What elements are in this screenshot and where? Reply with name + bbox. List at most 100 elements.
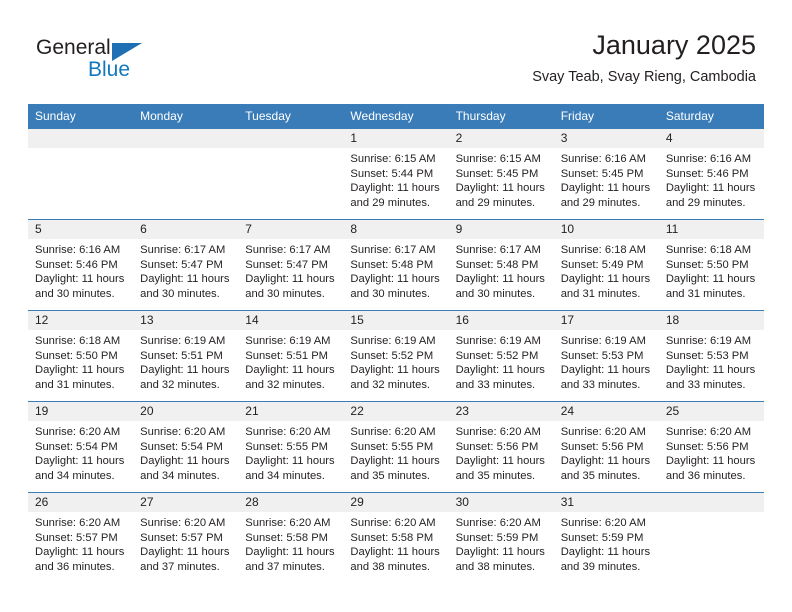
day-number: 15 <box>343 311 449 330</box>
calendar-day-cell[interactable]: 23 Sunrise: 6:20 AM Sunset: 5:56 PM Dayligh… <box>448 401 554 493</box>
day-details: Sunrise: 6:16 AM Sunset: 5:45 PM Daylight:… <box>554 148 659 210</box>
daylight-text: Daylight: 11 hours and 32 minutes. <box>245 364 335 391</box>
sunset-text: Sunset: 5:50 PM <box>35 349 118 362</box>
day-number: 26 <box>28 493 134 512</box>
day-cell-inner: 30 Sunrise: 6:20 AM Sunset: 5:59 PM Dayligh… <box>448 493 554 583</box>
calendar-day-cell[interactable]: 6 Sunrise: 6:17 AM Sunset: 5:47 PM Daylight… <box>133 219 239 311</box>
sunrise-text: Sunrise: 6:20 AM <box>140 517 226 529</box>
day-number: 7 <box>238 220 344 239</box>
logo-text-blue: Blue <box>88 58 131 81</box>
calendar-day-cell[interactable]: 9 Sunrise: 6:17 AM Sunset: 5:48 PM Daylight… <box>448 219 554 311</box>
day-details: Sunrise: 6:20 AM Sunset: 5:54 PM Daylight:… <box>28 421 133 483</box>
calendar-day-cell[interactable]: 20 Sunrise: 6:20 AM Sunset: 5:54 PM Dayligh… <box>133 401 239 493</box>
calendar-day-cell[interactable]: 16 Sunrise: 6:19 AM Sunset: 5:52 PM Dayligh… <box>448 310 554 402</box>
day-number: 6 <box>133 220 239 239</box>
day-details: Sunrise: 6:20 AM Sunset: 5:55 PM Daylight:… <box>343 421 448 483</box>
calendar-day-cell-empty <box>133 128 239 220</box>
calendar-day-cell[interactable]: 15 Sunrise: 6:19 AM Sunset: 5:52 PM Dayligh… <box>343 310 449 402</box>
day-cell-inner: 7 Sunrise: 6:17 AM Sunset: 5:47 PM Daylight… <box>238 220 344 310</box>
day-details: Sunrise: 6:18 AM Sunset: 5:49 PM Daylight:… <box>554 239 659 301</box>
sunset-text: Sunset: 5:44 PM <box>350 167 434 180</box>
sunrise-text: Sunrise: 6:17 AM <box>455 244 541 256</box>
day-details: Sunrise: 6:19 AM Sunset: 5:51 PM Daylight:… <box>133 330 238 392</box>
calendar-day-cell[interactable]: 21 Sunrise: 6:20 AM Sunset: 5:55 PM Dayligh… <box>238 401 344 493</box>
calendar-day-cell[interactable]: 27 Sunrise: 6:20 AM Sunset: 5:57 PM Dayligh… <box>133 492 239 583</box>
day-cell-inner: 20 Sunrise: 6:20 AM Sunset: 5:54 PM Dayligh… <box>133 402 239 492</box>
sunset-text: Sunset: 5:45 PM <box>560 167 644 180</box>
calendar-day-cell[interactable]: 11 Sunrise: 6:18 AM Sunset: 5:50 PM Dayligh… <box>658 219 764 311</box>
day-number <box>658 493 764 512</box>
calendar-day-cell[interactable]: 17 Sunrise: 6:19 AM Sunset: 5:53 PM Dayligh… <box>553 310 659 402</box>
calendar-day-cell[interactable]: 2 Sunrise: 6:15 AM Sunset: 5:45 PM Daylight… <box>448 128 554 220</box>
sunset-text: Sunset: 5:45 PM <box>455 167 539 180</box>
calendar-day-cell[interactable]: 24 Sunrise: 6:20 AM Sunset: 5:56 PM Dayligh… <box>553 401 659 493</box>
day-cell-inner: 29 Sunrise: 6:20 AM Sunset: 5:58 PM Dayligh… <box>343 493 449 583</box>
calendar-day-cell[interactable]: 18 Sunrise: 6:19 AM Sunset: 5:53 PM Dayligh… <box>658 310 764 402</box>
calendar-day-cell[interactable]: 14 Sunrise: 6:19 AM Sunset: 5:51 PM Dayligh… <box>238 310 344 402</box>
sunset-text: Sunset: 5:52 PM <box>455 349 539 362</box>
calendar-week-row: 19 Sunrise: 6:20 AM Sunset: 5:54 PM Dayligh… <box>28 401 764 493</box>
sunrise-text: Sunrise: 6:20 AM <box>245 426 331 438</box>
day-cell-inner: 6 Sunrise: 6:17 AM Sunset: 5:47 PM Daylight… <box>133 220 239 310</box>
calendar-day-cell[interactable]: 22 Sunrise: 6:20 AM Sunset: 5:55 PM Dayligh… <box>343 401 449 493</box>
day-details: Sunrise: 6:18 AM Sunset: 5:50 PM Daylight:… <box>28 330 133 392</box>
sunset-text: Sunset: 5:46 PM <box>665 167 749 180</box>
day-details: Sunrise: 6:20 AM Sunset: 5:58 PM Daylight:… <box>238 512 343 574</box>
day-cell-inner: 2 Sunrise: 6:15 AM Sunset: 5:45 PM Daylight… <box>448 129 554 219</box>
day-details: Sunrise: 6:16 AM Sunset: 5:46 PM Daylight:… <box>659 148 764 210</box>
daylight-text: Daylight: 11 hours and 30 minutes. <box>140 273 230 300</box>
day-number: 9 <box>448 220 554 239</box>
daylight-text: Daylight: 11 hours and 35 minutes. <box>455 455 545 482</box>
sunset-text: Sunset: 5:57 PM <box>140 531 223 544</box>
day-cell-inner: 26 Sunrise: 6:20 AM Sunset: 5:57 PM Dayligh… <box>28 493 134 583</box>
calendar-day-cell[interactable]: 25 Sunrise: 6:20 AM Sunset: 5:56 PM Dayligh… <box>658 401 764 493</box>
calendar-day-cell[interactable]: 13 Sunrise: 6:19 AM Sunset: 5:51 PM Dayligh… <box>133 310 239 402</box>
calendar-day-cell-empty <box>658 492 764 583</box>
day-details: Sunrise: 6:19 AM Sunset: 5:53 PM Daylight:… <box>554 330 659 392</box>
calendar-day-cell[interactable]: 30 Sunrise: 6:20 AM Sunset: 5:59 PM Dayligh… <box>448 492 554 583</box>
sunset-text: Sunset: 5:52 PM <box>350 349 434 362</box>
sunrise-text: Sunrise: 6:15 AM <box>455 153 541 165</box>
calendar-day-cell[interactable]: 19 Sunrise: 6:20 AM Sunset: 5:54 PM Dayligh… <box>28 401 134 493</box>
day-details: Sunrise: 6:18 AM Sunset: 5:50 PM Daylight:… <box>659 239 764 301</box>
page-header: General Blue January 2025 Svay Teab, Sva… <box>0 0 792 104</box>
day-cell-inner: 25 Sunrise: 6:20 AM Sunset: 5:56 PM Dayligh… <box>658 402 764 492</box>
day-number: 24 <box>553 402 659 421</box>
day-details <box>133 148 238 152</box>
sunset-text: Sunset: 5:58 PM <box>245 531 328 544</box>
daylight-text: Daylight: 11 hours and 30 minutes. <box>455 273 545 300</box>
daylight-text: Daylight: 11 hours and 29 minutes. <box>665 182 756 209</box>
calendar-day-cell[interactable]: 31 Sunrise: 6:20 AM Sunset: 5:59 PM Dayligh… <box>553 492 659 583</box>
day-cell-inner: 18 Sunrise: 6:19 AM Sunset: 5:53 PM Dayligh… <box>658 311 764 401</box>
calendar-day-cell-empty <box>238 128 344 220</box>
calendar-day-cell[interactable]: 26 Sunrise: 6:20 AM Sunset: 5:57 PM Dayligh… <box>28 492 134 583</box>
calendar-day-cell[interactable]: 4 Sunrise: 6:16 AM Sunset: 5:46 PM Daylight… <box>658 128 764 220</box>
day-cell-inner <box>658 493 764 583</box>
day-number: 12 <box>28 311 134 330</box>
calendar-day-cell[interactable]: 10 Sunrise: 6:18 AM Sunset: 5:49 PM Dayligh… <box>553 219 659 311</box>
weekday-header-tuesday: Tuesday <box>238 104 344 129</box>
calendar-day-cell[interactable]: 3 Sunrise: 6:16 AM Sunset: 5:45 PM Daylight… <box>553 128 659 220</box>
sunset-text: Sunset: 5:59 PM <box>560 531 644 544</box>
day-details: Sunrise: 6:20 AM Sunset: 5:55 PM Daylight:… <box>238 421 343 483</box>
calendar-day-cell[interactable]: 7 Sunrise: 6:17 AM Sunset: 5:47 PM Daylight… <box>238 219 344 311</box>
sunset-text: Sunset: 5:53 PM <box>560 349 644 362</box>
sunset-text: Sunset: 5:56 PM <box>455 440 539 453</box>
day-cell-inner: 19 Sunrise: 6:20 AM Sunset: 5:54 PM Dayligh… <box>28 402 134 492</box>
day-number: 4 <box>658 129 764 148</box>
day-cell-inner <box>28 129 134 219</box>
calendar-day-cell[interactable]: 12 Sunrise: 6:18 AM Sunset: 5:50 PM Dayligh… <box>28 310 134 402</box>
calendar-day-cell[interactable]: 29 Sunrise: 6:20 AM Sunset: 5:58 PM Dayligh… <box>343 492 449 583</box>
day-details: Sunrise: 6:20 AM Sunset: 5:58 PM Daylight:… <box>343 512 448 574</box>
calendar-page: General Blue January 2025 Svay Teab, Sva… <box>0 0 792 612</box>
day-details: Sunrise: 6:19 AM Sunset: 5:53 PM Daylight:… <box>659 330 764 392</box>
calendar-day-cell[interactable]: 5 Sunrise: 6:16 AM Sunset: 5:46 PM Daylight… <box>28 219 134 311</box>
sunset-text: Sunset: 5:47 PM <box>245 258 328 271</box>
sunset-text: Sunset: 5:58 PM <box>350 531 434 544</box>
day-number: 8 <box>343 220 449 239</box>
calendar-day-cell[interactable]: 8 Sunrise: 6:17 AM Sunset: 5:48 PM Daylight… <box>343 219 449 311</box>
daylight-text: Daylight: 11 hours and 31 minutes. <box>665 273 756 300</box>
calendar-day-cell[interactable]: 1 Sunrise: 6:15 AM Sunset: 5:44 PM Daylight… <box>343 128 449 220</box>
day-cell-inner: 23 Sunrise: 6:20 AM Sunset: 5:56 PM Dayligh… <box>448 402 554 492</box>
calendar-day-cell[interactable]: 28 Sunrise: 6:20 AM Sunset: 5:58 PM Dayligh… <box>238 492 344 583</box>
